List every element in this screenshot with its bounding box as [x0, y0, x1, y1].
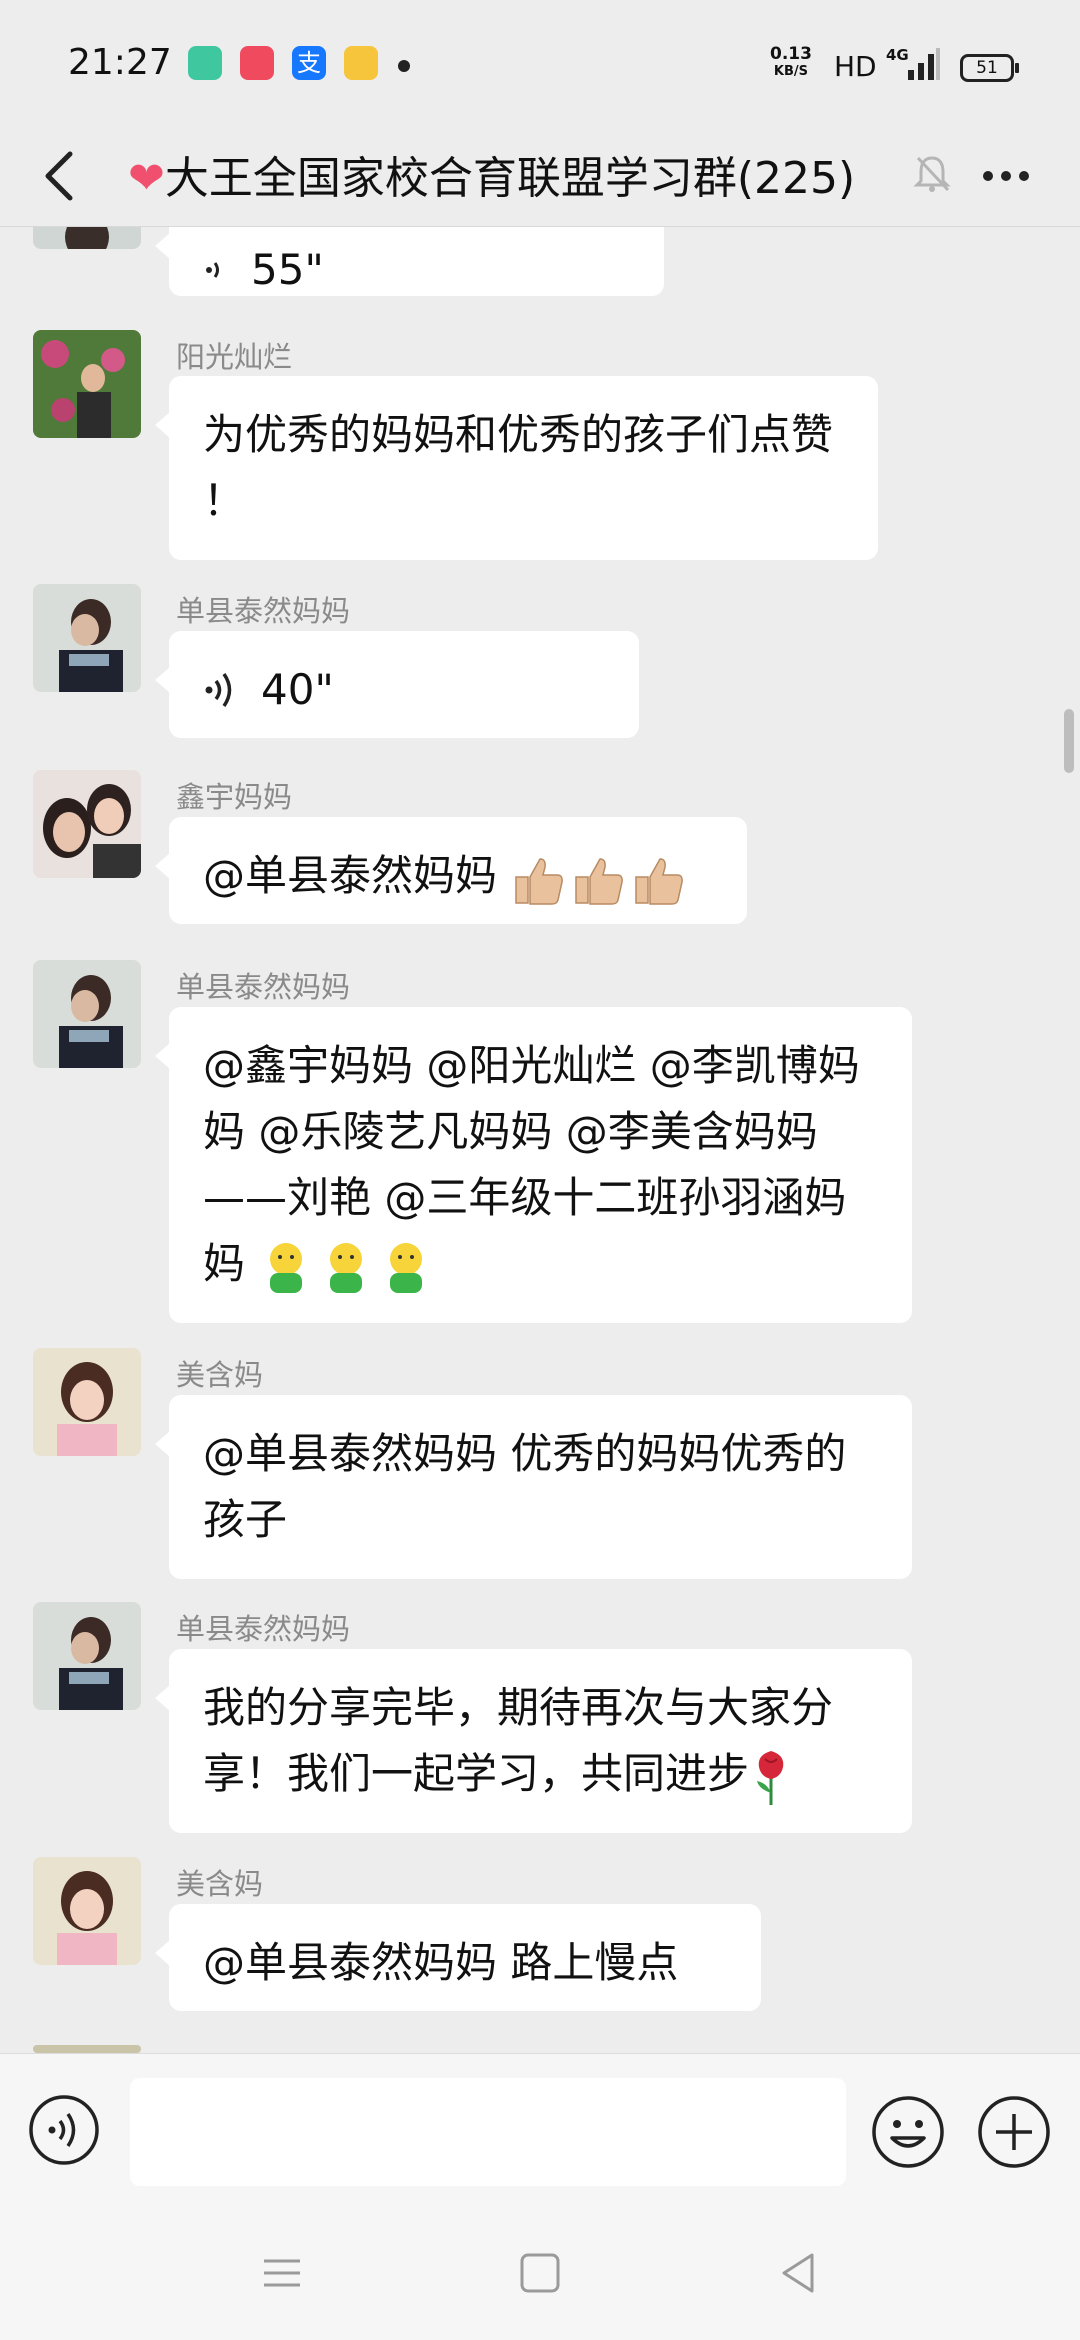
- avatar[interactable]: [33, 1857, 141, 1965]
- more-options-icon[interactable]: [976, 148, 1036, 204]
- message-input[interactable]: [130, 2078, 846, 2186]
- back-arrow-icon[interactable]: [34, 144, 94, 208]
- sender-name: 美含妈: [176, 1358, 264, 1392]
- message-text: @单县泰然妈妈 路上慢点: [203, 1938, 679, 1987]
- avatar[interactable]: [33, 584, 141, 692]
- sender-name: 鑫宇妈妈: [176, 780, 293, 814]
- battery-icon: 51: [960, 54, 1019, 82]
- status-bar: 21:27 支 0.13 KB/S HD 4G 51: [0, 0, 1080, 130]
- voice-message-bubble[interactable]: 55": [155, 227, 664, 296]
- message-text: 为优秀的妈妈和优秀的孩子们点赞 ！: [203, 410, 834, 525]
- emoji-icon[interactable]: [870, 2094, 946, 2170]
- more-notifications-dot: [398, 60, 410, 72]
- voice-input-icon[interactable]: [28, 2094, 100, 2166]
- voice-wave-icon: [205, 673, 232, 707]
- sender-name: 美含妈: [176, 1867, 264, 1901]
- message-text: @单县泰然妈妈 优秀的妈妈优秀的孩子: [203, 1429, 847, 1544]
- app-notification-icon: [240, 46, 274, 80]
- status-time: 21:27: [68, 42, 172, 83]
- message-input-bar: [0, 2053, 1080, 2198]
- avatar[interactable]: [33, 330, 141, 438]
- app-notification-icon: [188, 46, 222, 80]
- home-icon[interactable]: [518, 2251, 562, 2295]
- mute-bell-icon: [913, 156, 951, 192]
- signal-icon: [908, 48, 940, 80]
- text-message-bubble[interactable]: 我的分享完毕，期待再次与大家分享！我们一起学习，共同进步: [155, 1649, 912, 1833]
- avatar[interactable]: [33, 1602, 141, 1710]
- plus-icon[interactable]: [976, 2094, 1052, 2170]
- avatar[interactable]: [33, 1348, 141, 1456]
- voice-duration: 40": [261, 665, 334, 714]
- alipay-icon: 支: [292, 46, 326, 80]
- network-speed: 0.13 KB/S: [770, 44, 812, 80]
- app-notification-icon: [344, 46, 378, 80]
- sender-name: 单县泰然妈妈: [176, 1612, 351, 1646]
- scrollbar[interactable]: [1064, 709, 1074, 773]
- heart-icon: ❤: [128, 153, 165, 204]
- text-message-bubble[interactable]: @单县泰然妈妈: [155, 817, 747, 924]
- text-message-bubble[interactable]: 为优秀的妈妈和优秀的孩子们点赞 ！: [155, 376, 878, 560]
- text-message-bubble[interactable]: @单县泰然妈妈 路上慢点: [155, 1904, 761, 2011]
- avatar[interactable]: [33, 227, 141, 249]
- text-message-bubble[interactable]: @鑫宇妈妈 @阳光灿烂 @李凯博妈妈 @乐陵艺凡妈妈 @李美含妈妈——刘艳 @三…: [155, 1007, 912, 1323]
- menu-icon[interactable]: [260, 2251, 304, 2295]
- sender-name: 单县泰然妈妈: [176, 594, 351, 628]
- message-text: 我的分享完毕，期待再次与大家分享！我们一起学习，共同进步: [203, 1683, 834, 1798]
- hug-icon: [270, 1242, 423, 1293]
- text-message-bubble[interactable]: @单县泰然妈妈 优秀的妈妈优秀的孩子: [155, 1395, 912, 1579]
- avatar[interactable]: [33, 2045, 141, 2053]
- chat-header: ❤大王全国家校合育联盟学习群(225): [0, 130, 1080, 227]
- rose-icon: [757, 1750, 784, 1805]
- avatar[interactable]: [33, 960, 141, 1068]
- sender-name: 阳光灿烂: [176, 340, 293, 374]
- message-text: @单县泰然妈妈: [203, 851, 511, 900]
- group-title: ❤大王全国家校合育联盟学习群(225): [128, 153, 856, 204]
- voice-wave-icon: [206, 262, 219, 278]
- voice-message-bubble[interactable]: 40": [155, 631, 639, 738]
- voice-duration: 55": [251, 245, 324, 294]
- chat-message-list[interactable]: 55" 阳光灿烂 为优秀的妈妈和优秀的孩子们点赞 ！ 单县泰然妈妈 40" 鑫宇…: [0, 227, 1080, 2053]
- thumbs-up-icon: [515, 857, 684, 905]
- hd-indicator: HD: [834, 50, 877, 83]
- system-nav-bar: [0, 2197, 1080, 2340]
- sender-name: 单县泰然妈妈: [176, 970, 351, 1004]
- avatar[interactable]: [33, 770, 141, 878]
- back-triangle-icon[interactable]: [776, 2251, 820, 2295]
